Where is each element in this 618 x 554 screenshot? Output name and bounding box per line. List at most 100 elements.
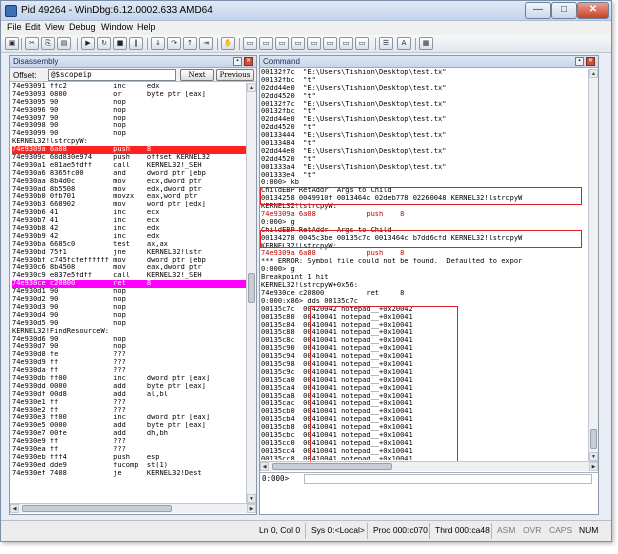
dock-menu-icon[interactable]: ▪	[233, 57, 242, 66]
scroll-up-icon[interactable]: ▲	[589, 69, 598, 78]
command-output-line: 00133484 "t"	[261, 140, 316, 148]
step-into-icon[interactable]: ↓	[151, 37, 165, 50]
command-prompt: 0:000>	[262, 474, 290, 483]
scroll-left-icon[interactable]: ◀	[10, 504, 19, 513]
run-to-cursor-icon[interactable]: ⇥	[199, 37, 213, 50]
annotation-box	[310, 306, 458, 462]
toolbar-separator	[415, 38, 416, 50]
pane-close-icon[interactable]: ✕	[586, 57, 595, 66]
paste-icon[interactable]: ▤	[57, 37, 71, 50]
menu-help[interactable]: Help	[137, 22, 156, 32]
step-over-icon[interactable]: ↷	[167, 37, 181, 50]
command-header: Command ▪ ✕	[260, 56, 598, 68]
break-icon[interactable]: ‖	[129, 37, 143, 50]
hscroll-thumb[interactable]	[272, 463, 392, 470]
pane-close-icon[interactable]: ✕	[244, 57, 253, 66]
disassembly-window-icon[interactable]: ▭	[339, 37, 353, 50]
disassembly-line: 74e930e2 ff ???	[12, 406, 126, 414]
scroll-left-icon[interactable]: ◀	[260, 462, 269, 471]
status-position: Ln 0, Col 0	[259, 525, 301, 535]
hand-icon[interactable]: ✋	[221, 37, 235, 50]
memory-window-icon[interactable]: ▭	[307, 37, 321, 50]
window-title: Pid 49264 - WinDbg:6.12.0002.633 AMD64	[21, 5, 213, 16]
command-hscroll[interactable]: ◀ ▶	[260, 461, 598, 471]
open-icon[interactable]: ▣	[5, 37, 19, 50]
scroll-down-icon[interactable]: ▼	[247, 494, 256, 503]
status-bar: Ln 0, Col 0 Sys 0:<Local> Proc 000:c070 …	[1, 520, 611, 541]
scroll-thumb[interactable]	[590, 429, 597, 449]
windbg-window: Pid 49264 - WinDbg:6.12.0002.633 AMD64 —…	[0, 0, 612, 542]
registers-window-icon[interactable]: ▭	[291, 37, 305, 50]
locals-window-icon[interactable]: ▭	[275, 37, 289, 50]
offset-input[interactable]: @$scopeip	[48, 69, 176, 81]
command-output-line: 0:000> g	[261, 266, 295, 274]
annotation-box	[260, 230, 582, 248]
disassembly-line: 74e93096 90 nop	[12, 106, 126, 114]
menu-file[interactable]: File	[7, 22, 22, 32]
status-divider	[305, 523, 306, 539]
command-output-line: 001333e4 "t"	[261, 171, 316, 179]
disassembly-line: 74e93091 ffc2 inc edx	[12, 83, 160, 90]
scroll-up-icon[interactable]: ▲	[247, 83, 256, 92]
step-out-icon[interactable]: ↑	[183, 37, 197, 50]
dock-menu-icon[interactable]: ▪	[575, 57, 584, 66]
disassembly-line: 74e930dd 0000 add byte ptr [eax]	[12, 382, 206, 390]
disassembly-line: 74e930d4 90 nop	[12, 311, 126, 319]
scratch-pad-icon[interactable]: ▭	[355, 37, 369, 50]
command-output-line: 74e930ce c20800 ret 8	[261, 289, 405, 297]
title-bar[interactable]: Pid 49264 - WinDbg:6.12.0002.633 AMD64 —…	[1, 1, 611, 21]
disassembly-listing[interactable]: 74e93091 ffc2 inc edx 74e93093 0800 or by…	[12, 83, 246, 501]
disassembly-line: 74e930eb fff4 push esp	[12, 453, 160, 461]
hscroll-thumb[interactable]	[22, 505, 172, 512]
disassembly-line: 74e93093 0800 or byte ptr [eax]	[12, 90, 206, 98]
disassembly-line: 74e93097 90 nop	[12, 114, 126, 122]
font-icon[interactable]: A	[397, 37, 411, 50]
next-button[interactable]: Next	[180, 69, 214, 81]
minimize-button[interactable]: —	[525, 2, 551, 19]
status-thrd: Thrd 000:ca48	[435, 525, 490, 535]
go-icon[interactable]: ▶	[81, 37, 95, 50]
windbg-app-icon	[5, 5, 17, 17]
status-sys: Sys 0:<Local>	[311, 525, 365, 535]
menu-view[interactable]: View	[45, 22, 64, 32]
command-output-line: 02dd44e0 "E:\Users\Tishion\Desktop\test.…	[261, 147, 447, 155]
disassembly-line: 74e930d8 fe ???	[12, 351, 126, 359]
restart-icon[interactable]: ↻	[97, 37, 111, 50]
menu-debug[interactable]: Debug	[69, 22, 96, 32]
scroll-right-icon[interactable]: ▶	[589, 462, 598, 471]
menu-window[interactable]: Window	[101, 22, 133, 32]
previous-button[interactable]: Previous	[216, 69, 254, 81]
disassembly-line: 74e930bf c745fcfeffffff mov dword ptr [e…	[12, 256, 206, 264]
command-input[interactable]	[304, 474, 592, 484]
menu-edit[interactable]: Edit	[25, 22, 41, 32]
copy-icon[interactable]: ⎘	[41, 37, 55, 50]
disassembly-line: 74e930ad 8b5508 mov edx,dword ptr	[12, 185, 202, 193]
disassembly-line: 74e930b6 41 inc ecx	[12, 209, 160, 217]
command-output-line: 00132f7c "E:\Users\Tishion\Desktop\test.…	[261, 69, 447, 76]
disassembly-hscroll[interactable]: ◀ ▶	[10, 503, 256, 513]
call-stack-icon[interactable]: ▭	[323, 37, 337, 50]
maximize-button[interactable]: □	[551, 2, 577, 19]
command-output-line: 00133444 "E:\Users\Tishion\Desktop\test.…	[261, 132, 447, 140]
disassembly-line: 74e930e3 ff00 inc dword ptr [eax]	[12, 414, 211, 422]
cut-icon[interactable]: ✂	[25, 37, 39, 50]
close-button[interactable]: ✕	[577, 2, 609, 19]
scroll-right-icon[interactable]: ▶	[247, 504, 256, 513]
source-mode-icon[interactable]: ☰	[379, 37, 393, 50]
command-window-icon[interactable]: ▭	[243, 37, 257, 50]
status-divider	[429, 523, 430, 539]
watch-window-icon[interactable]: ▭	[259, 37, 273, 50]
disassembly-line: 74e930d1 90 nop	[12, 288, 126, 296]
status-caps: CAPS	[549, 525, 573, 535]
command-vscroll[interactable]: ▲ ▼	[588, 69, 598, 461]
stop-icon[interactable]: ■	[113, 37, 127, 50]
command-pane: Command ▪ ✕ 00132f7c "E:\Users\Tishion\D…	[259, 55, 599, 515]
scroll-down-icon[interactable]: ▼	[589, 452, 598, 461]
offset-label: Offset:	[13, 71, 37, 80]
command-output-line: Breakpoint 1 hit	[261, 274, 329, 282]
disassembly-vscroll[interactable]: ▲ ▼	[246, 83, 256, 503]
scroll-thumb[interactable]	[248, 273, 255, 303]
status-divider	[491, 523, 492, 539]
command-output-line: KERNEL32!lstrcpyW+0x56:	[261, 282, 358, 290]
options-icon[interactable]: ▦	[419, 37, 433, 50]
